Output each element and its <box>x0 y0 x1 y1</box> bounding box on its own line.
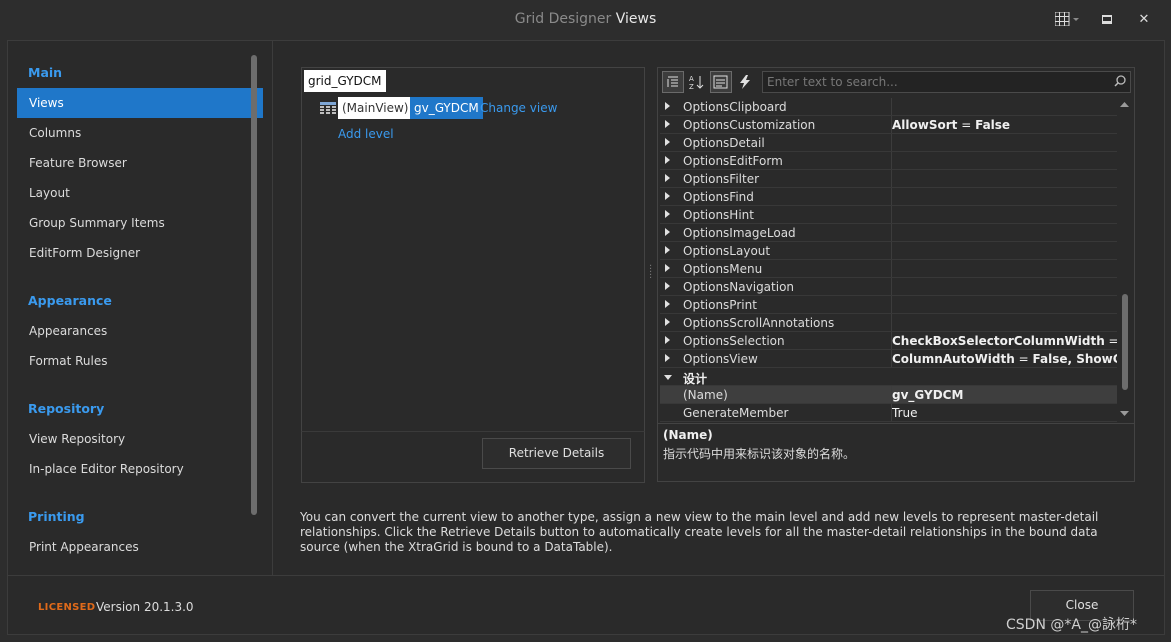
sidebar-item-in-place-editor-repository[interactable]: In-place Editor Repository <box>17 454 263 484</box>
expand-arrow-icon[interactable] <box>665 156 670 164</box>
property-category-row[interactable]: 设计 <box>660 368 1117 386</box>
sidebar-item-format-rules[interactable]: Format Rules <box>17 346 263 376</box>
main-view-node[interactable]: (MainView) <box>338 97 413 119</box>
maximize-icon <box>1102 14 1112 24</box>
sidebar-item-editform-designer[interactable]: EditForm Designer <box>17 238 263 268</box>
help-text: You can convert the current view to anot… <box>300 510 1099 554</box>
expand-arrow-icon[interactable] <box>665 174 670 182</box>
sidebar: Main Views Columns Feature Browser Layou… <box>7 40 273 575</box>
property-search-box <box>762 71 1131 93</box>
sidebar-item-group-summary-items[interactable]: Group Summary Items <box>17 208 263 238</box>
property-row[interactable]: OptionsNavigation <box>660 278 1117 296</box>
sidebar-item-appearances[interactable]: Appearances <box>17 316 263 346</box>
scroll-up-icon[interactable] <box>1120 101 1129 107</box>
property-scroll-thumb[interactable] <box>1122 294 1128 390</box>
collapse-arrow-icon[interactable] <box>664 375 672 380</box>
sidebar-group-appearance: Appearance <box>28 293 112 308</box>
properties-tab-button[interactable] <box>710 71 732 93</box>
sidebar-group-repository: Repository <box>28 401 105 416</box>
sidebar-item-views[interactable]: Views <box>17 88 263 118</box>
properties-icon <box>713 75 728 89</box>
expand-arrow-icon[interactable] <box>665 246 670 254</box>
sidebar-item-columns[interactable]: Columns <box>17 118 263 148</box>
close-icon: ✕ <box>1138 11 1150 27</box>
property-row[interactable]: OptionsFilter <box>660 170 1117 188</box>
property-row[interactable]: OptionsEditForm <box>660 152 1117 170</box>
level-tree-panel <box>301 67 645 432</box>
footer-divider <box>273 575 1165 576</box>
sidebar-item-print-appearances[interactable]: Print Appearances <box>17 532 263 562</box>
change-view-link[interactable]: Change view <box>480 101 557 115</box>
add-level-link[interactable]: Add level <box>338 127 394 141</box>
expand-arrow-icon[interactable] <box>665 210 670 218</box>
grid-menu-icon <box>1055 12 1079 26</box>
lightning-icon <box>740 75 750 89</box>
grid-node[interactable]: grid_GYDCM <box>304 70 386 92</box>
categorized-view-button[interactable] <box>662 71 684 93</box>
categorized-icon <box>667 76 678 87</box>
expand-arrow-icon[interactable] <box>665 264 670 272</box>
view-name-node[interactable]: gv_GYDCM <box>410 97 483 119</box>
property-row[interactable]: OptionsCustomization AllowSort = False <box>660 116 1117 134</box>
version-label: Version 20.1.3.0 <box>96 600 194 614</box>
maximize-button[interactable] <box>1097 8 1117 30</box>
property-row[interactable]: OptionsFind <box>660 188 1117 206</box>
footer-license-area: LICENSED Version 20.1.3.0 <box>7 575 273 635</box>
property-row[interactable]: OptionsScrollAnnotations <box>660 314 1117 332</box>
expand-arrow-icon[interactable] <box>665 138 670 146</box>
layout-menu-button[interactable] <box>1052 8 1082 30</box>
expand-arrow-icon[interactable] <box>665 318 670 326</box>
svg-text:Z: Z <box>689 83 694 90</box>
property-row[interactable]: OptionsHint <box>660 206 1117 224</box>
property-row[interactable]: OptionsSelection CheckBoxSelectorColumnWi… <box>660 332 1117 350</box>
expand-arrow-icon[interactable] <box>665 336 670 344</box>
property-row-name[interactable]: (Name) gv_GYDCM <box>660 386 1117 404</box>
sidebar-group-main: Main <box>28 65 63 80</box>
search-icon <box>1114 75 1126 90</box>
title-bar: Grid Designer Views ✕ <box>0 0 1171 38</box>
retrieve-details-button[interactable]: Retrieve Details <box>482 438 631 469</box>
table-view-icon <box>320 102 336 114</box>
sort-az-icon: A Z <box>689 75 704 90</box>
sidebar-scrollbar[interactable] <box>251 55 257 515</box>
watermark: CSDN @*A_@詠桁* <box>1006 617 1137 633</box>
panel-splitter-handle[interactable]: · · · · · <box>649 262 652 284</box>
sidebar-group-printing: Printing <box>28 509 85 524</box>
alphabetical-view-button[interactable]: A Z <box>686 71 708 93</box>
property-description: (Name) 指示代码中用来标识该对象的名称。 <box>658 423 1134 481</box>
sidebar-item-feature-browser[interactable]: Feature Browser <box>17 148 263 178</box>
property-row[interactable]: OptionsDetail <box>660 134 1117 152</box>
property-row[interactable]: OptionsView ColumnAutoWidth = False, Show… <box>660 350 1117 368</box>
expand-arrow-icon[interactable] <box>665 282 670 290</box>
window-title: Grid Designer Views <box>514 11 657 27</box>
property-row[interactable]: OptionsPrint <box>660 296 1117 314</box>
property-row-generate-member[interactable]: GenerateMember True <box>660 404 1117 422</box>
expand-arrow-icon[interactable] <box>665 228 670 236</box>
licensed-badge: LICENSED <box>38 602 96 613</box>
scroll-down-icon[interactable] <box>1120 411 1129 417</box>
expand-arrow-icon[interactable] <box>665 300 670 308</box>
svg-text:A: A <box>689 75 694 83</box>
property-search-input[interactable] <box>763 72 1103 92</box>
property-row[interactable]: OptionsClipboard <box>660 98 1117 116</box>
close-window-button[interactable]: ✕ <box>1134 8 1154 30</box>
property-row[interactable]: OptionsLayout <box>660 242 1117 260</box>
expand-arrow-icon[interactable] <box>665 102 670 110</box>
expand-arrow-icon[interactable] <box>665 354 670 362</box>
expand-arrow-icon[interactable] <box>665 192 670 200</box>
sidebar-item-view-repository[interactable]: View Repository <box>17 424 263 454</box>
property-row[interactable]: OptionsImageLoad <box>660 224 1117 242</box>
sidebar-item-layout[interactable]: Layout <box>17 178 263 208</box>
expand-arrow-icon[interactable] <box>665 120 670 128</box>
events-tab-button[interactable] <box>734 71 756 93</box>
property-row[interactable]: OptionsMenu <box>660 260 1117 278</box>
property-rows: OptionsClipboard OptionsCustomization All… <box>660 98 1117 422</box>
